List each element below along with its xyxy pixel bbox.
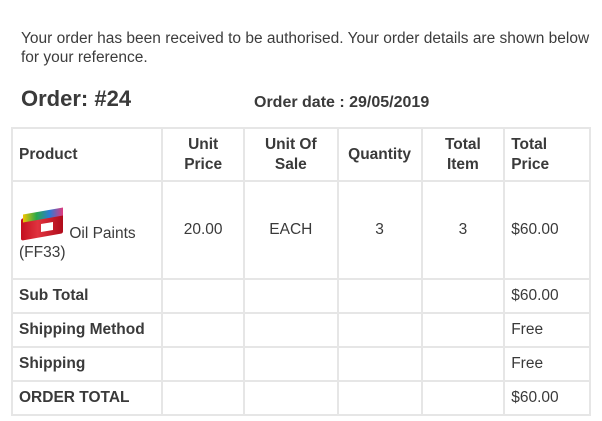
header-product: Product — [10, 127, 164, 182]
unit-of-sale-cell: EACH — [243, 180, 339, 280]
shipping-method-label: Shipping Method — [10, 312, 164, 348]
quantity-cell: 3 — [336, 180, 423, 280]
shipping-label: Shipping — [10, 346, 164, 382]
oil-paints-box-icon[interactable] — [19, 206, 65, 243]
product-cell: Oil Paints (FF33) — [10, 180, 164, 280]
order-number-title: Order: #24 — [21, 86, 132, 111]
shipping-value: Free — [503, 346, 591, 382]
unit-price-cell: 20.00 — [161, 180, 245, 280]
total-price-cell: $60.00 — [503, 180, 591, 280]
table-row: Oil Paints (FF33) 20.00 EACH 3 3 $60.00 — [10, 180, 591, 280]
shipping-method-value: Free — [503, 312, 591, 348]
header-unit-price: Unit Price — [161, 127, 245, 182]
order-total-row: ORDER TOTAL $60.00 — [10, 380, 591, 416]
order-total-value: $60.00 — [503, 380, 591, 416]
header-quantity: Quantity — [336, 127, 423, 182]
total-item-cell: 3 — [420, 180, 506, 280]
order-date: Order date : 29/05/2019 — [254, 94, 430, 111]
order-received-message: Your order has been received to be autho… — [21, 30, 590, 66]
product-name: Oil Paints — [69, 224, 136, 242]
order-details-table: Product Unit Price Unit Of Sale Quantity… — [10, 127, 591, 416]
shipping-row: Shipping Free — [10, 346, 591, 382]
subtotal-value: $60.00 — [503, 278, 591, 314]
header-total-item: Total Item — [420, 127, 506, 182]
header-unit-of-sale: Unit Of Sale — [243, 127, 339, 182]
shipping-method-row: Shipping Method Free — [10, 312, 591, 348]
subtotal-label: Sub Total — [10, 278, 164, 314]
header-total-price: Total Price — [503, 127, 591, 182]
subtotal-row: Sub Total $60.00 — [10, 278, 591, 314]
order-total-label: ORDER TOTAL — [10, 380, 164, 416]
product-code: (FF33) — [19, 243, 66, 261]
table-header-row: Product Unit Price Unit Of Sale Quantity… — [10, 127, 591, 182]
